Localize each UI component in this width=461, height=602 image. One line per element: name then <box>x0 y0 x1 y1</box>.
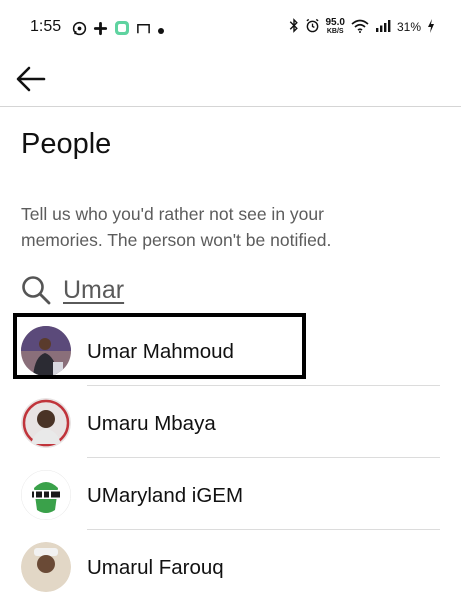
alarm-icon <box>305 18 320 36</box>
person-name: Umar Mahmoud <box>87 340 234 363</box>
avatar <box>21 398 71 448</box>
people-list: Umar Mahmoud Umaru Mbaya UMaryland iGEM … <box>0 314 461 602</box>
list-item[interactable]: Umar Mahmoud <box>0 314 461 386</box>
battery-charging-icon <box>427 18 435 36</box>
search-icon[interactable] <box>20 274 52 306</box>
page-title: People <box>21 128 112 160</box>
window-icon <box>136 21 151 40</box>
avatar <box>21 542 71 592</box>
avatar <box>21 470 71 520</box>
whatsapp-icon <box>72 21 87 40</box>
search-input[interactable] <box>63 275 363 305</box>
bluetooth-icon <box>289 18 299 36</box>
person-name: UMaryland iGEM <box>87 484 244 507</box>
list-item[interactable]: Umarul Farouq <box>0 530 461 602</box>
notification-icons <box>72 20 165 40</box>
header-divider <box>0 106 461 107</box>
status-bar: 1:55 95.0 KB/S 31% <box>0 0 461 56</box>
search-bar <box>20 272 363 308</box>
status-time: 1:55 <box>30 18 62 35</box>
avatar <box>21 326 71 376</box>
slack-icon <box>93 21 108 40</box>
arrow-left-icon <box>16 66 46 92</box>
list-item[interactable]: Umaru Mbaya <box>0 386 461 458</box>
system-status: 95.0 KB/S 31% <box>289 18 436 36</box>
wifi-icon <box>351 19 369 36</box>
battery-text: 31% <box>396 20 421 34</box>
list-item[interactable]: UMaryland iGEM <box>0 458 461 530</box>
signal-icon <box>375 19 391 35</box>
net-speed-unit: KB/S <box>326 28 344 35</box>
person-name: Umaru Mbaya <box>87 412 216 435</box>
back-button[interactable] <box>14 61 50 97</box>
top-bar <box>0 56 461 106</box>
dot-icon <box>157 22 165 39</box>
person-name: Umarul Farouq <box>87 556 224 579</box>
page-description: Tell us who you'd rather not see in your… <box>21 204 332 250</box>
app-icon <box>114 20 130 40</box>
net-speed-value: 95.0 <box>325 17 345 28</box>
net-speed: 95.0 KB/S <box>326 18 345 36</box>
